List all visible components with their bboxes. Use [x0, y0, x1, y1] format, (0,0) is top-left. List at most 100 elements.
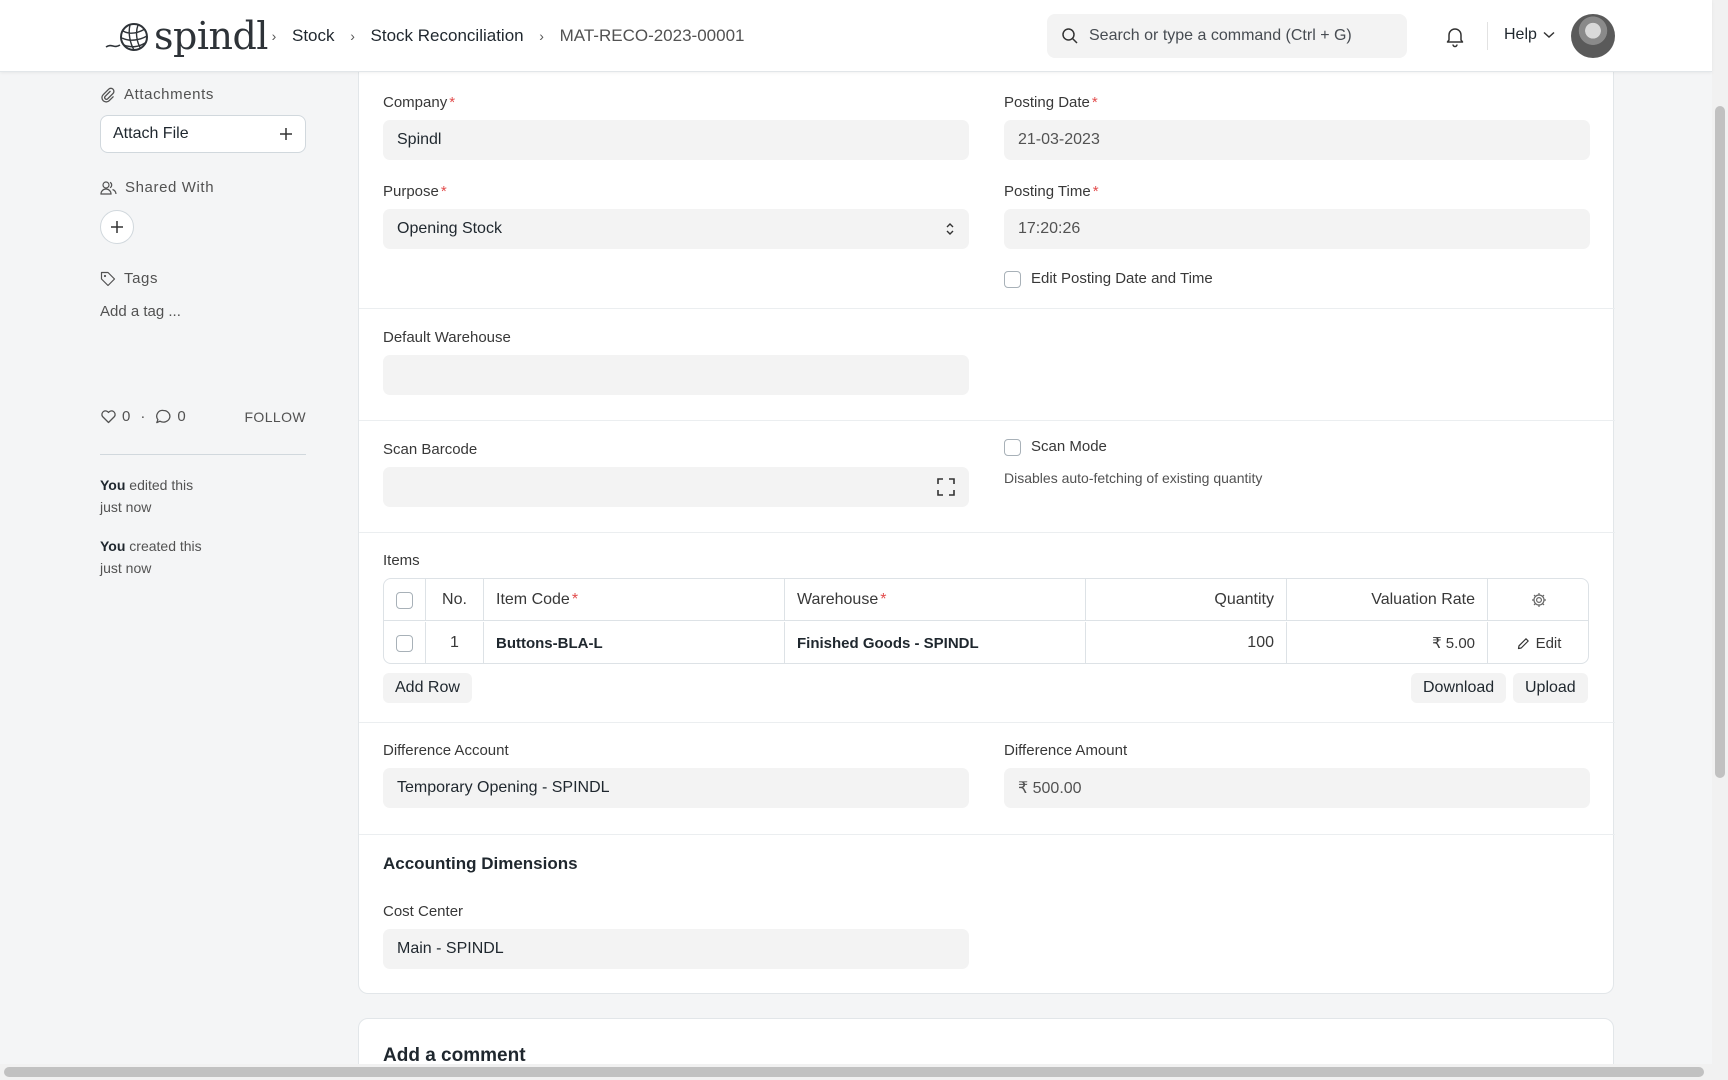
column-header-quantity: Quantity — [1086, 579, 1287, 621]
users-icon — [100, 180, 117, 195]
user-avatar[interactable] — [1571, 14, 1615, 58]
company-label: Company * — [383, 94, 456, 111]
chevron-right-icon: › — [271, 28, 277, 44]
difference-amount-field[interactable]: ₹ 500.00 — [1004, 768, 1590, 808]
chevron-down-icon — [1543, 31, 1555, 39]
chevron-right-icon: › — [350, 28, 355, 44]
posting-time-field[interactable]: 17:20:26 — [1004, 209, 1590, 249]
search-bar[interactable] — [1047, 14, 1407, 58]
horizontal-scroll-thumb[interactable] — [4, 1067, 1704, 1077]
table-row[interactable]: 1 Buttons-BLA-L Finished Goods - SPINDL … — [384, 622, 1588, 663]
section-divider — [359, 722, 1615, 723]
heart-icon[interactable] — [100, 409, 117, 424]
vertical-scroll-thumb[interactable] — [1715, 106, 1725, 778]
attachments-heading: Attachments — [100, 86, 306, 103]
posting-date-field[interactable]: 21-03-2023 — [1004, 120, 1590, 160]
attach-file-button[interactable]: Attach File — [100, 115, 306, 153]
column-header-warehouse: Warehouse * — [785, 579, 1086, 621]
row-checkbox[interactable] — [396, 634, 413, 652]
upload-button[interactable]: Upload — [1513, 673, 1588, 703]
default-warehouse-field[interactable] — [383, 355, 969, 395]
column-header-no: No. — [426, 579, 484, 621]
scan-mode-checkbox[interactable] — [1004, 439, 1021, 456]
section-divider — [359, 308, 1615, 309]
download-button[interactable]: Download — [1411, 673, 1507, 703]
form-card: Company * Spindl Posting Date * 21-03-2023… — [358, 72, 1615, 994]
difference-amount-label: Difference Amount — [1004, 742, 1128, 759]
tags-heading: Tags — [100, 270, 306, 287]
dot-separator: · — [140, 408, 146, 425]
add-row-button[interactable]: Add Row — [383, 673, 472, 703]
purpose-value: Opening Stock — [397, 220, 502, 237]
comment-icon[interactable] — [155, 409, 172, 425]
scan-barcode-label: Scan Barcode — [383, 441, 478, 458]
help-label: Help — [1504, 26, 1537, 43]
activity-actor: You — [100, 477, 126, 493]
breadcrumb: › Stock › Stock Reconciliation › MAT-REC… — [262, 26, 750, 46]
row-quantity[interactable]: 100 — [1086, 622, 1287, 663]
edit-posting-label: Edit Posting Date and Time — [1031, 270, 1213, 287]
comments-count: 0 — [177, 408, 186, 425]
add-tag-link[interactable]: Add a tag ... — [100, 303, 306, 320]
breadcrumb-document: MAT-RECO-2023-00001 — [559, 26, 745, 45]
fullscreen-scan-icon[interactable] — [937, 478, 955, 496]
likes-count: 0 — [122, 408, 131, 425]
form-sidebar: Attachments Attach File Shared With Tags… — [100, 86, 306, 320]
section-divider — [359, 420, 1615, 421]
column-settings-cell — [1488, 579, 1588, 621]
scan-mode-label: Scan Mode — [1031, 438, 1107, 455]
row-valuation-rate[interactable]: ₹ 5.00 — [1287, 622, 1488, 663]
edit-label: Edit — [1535, 634, 1562, 652]
difference-account-field[interactable]: Temporary Opening - SPINDL — [383, 768, 969, 808]
help-dropdown[interactable]: Help — [1504, 26, 1555, 44]
share-add-button[interactable] — [100, 210, 134, 244]
activity-item: You created this just now — [100, 535, 306, 579]
column-header-valuation-rate: Valuation Rate — [1287, 579, 1488, 621]
select-all-checkbox[interactable] — [396, 591, 413, 609]
app-logo[interactable]: spindl — [104, 14, 268, 58]
select-all-cell — [384, 579, 426, 621]
likes-comments-row: 0 · 0 FOLLOW — [100, 408, 306, 425]
row-edit-button[interactable]: Edit — [1488, 622, 1588, 663]
tags-label: Tags — [124, 270, 159, 287]
edit-posting-checkbox[interactable] — [1004, 271, 1021, 288]
activity-action: edited this — [125, 477, 194, 493]
breadcrumb-stock-reconciliation[interactable]: Stock Reconciliation — [371, 26, 524, 46]
default-warehouse-label: Default Warehouse — [383, 329, 511, 346]
row-warehouse[interactable]: Finished Goods - SPINDL — [785, 622, 1086, 663]
search-input[interactable] — [1089, 27, 1389, 45]
scan-mode-help: Disables auto-fetching of existing quant… — [1004, 470, 1263, 486]
difference-account-label: Difference Account — [383, 742, 509, 759]
vertical-scrollbar[interactable] — [1712, 0, 1728, 1080]
row-select-cell — [384, 622, 426, 663]
row-item-code[interactable]: Buttons-BLA-L — [484, 622, 785, 663]
activity-actor: You — [100, 538, 126, 554]
navbar-divider — [1487, 22, 1488, 50]
items-table: No. Item Code * Warehouse * Quantity Valua… — [383, 578, 1589, 664]
attachments-label: Attachments — [124, 86, 214, 103]
select-arrows-icon — [946, 223, 954, 235]
tag-icon — [100, 271, 116, 286]
attach-file-label: Attach File — [113, 125, 189, 142]
activity-time: just now — [100, 499, 152, 515]
activity-item: You edited this just now — [100, 474, 306, 518]
gear-icon[interactable] — [1531, 592, 1547, 608]
scan-barcode-field[interactable] — [383, 467, 969, 507]
purpose-label: Purpose * — [383, 183, 447, 200]
cost-center-label: Cost Center — [383, 903, 464, 920]
activity-time: just now — [100, 560, 152, 576]
yarn-ball-icon — [105, 23, 148, 51]
follow-button[interactable]: FOLLOW — [244, 409, 306, 425]
top-navbar: spindl › Stock › Stock Reconciliation › … — [0, 0, 1712, 72]
breadcrumb-stock[interactable]: Stock — [292, 26, 335, 46]
company-field[interactable]: Spindl — [383, 120, 969, 160]
section-divider — [359, 834, 1615, 835]
row-number: 1 — [426, 622, 484, 663]
cost-center-field[interactable]: Main - SPINDL — [383, 929, 969, 969]
pencil-icon — [1517, 637, 1529, 649]
horizontal-scrollbar[interactable] — [0, 1064, 1712, 1080]
logo-text: spindl — [154, 14, 268, 58]
purpose-select[interactable]: Opening Stock — [383, 209, 969, 249]
search-icon — [1062, 28, 1078, 44]
notification-bell-icon[interactable] — [1443, 24, 1467, 48]
